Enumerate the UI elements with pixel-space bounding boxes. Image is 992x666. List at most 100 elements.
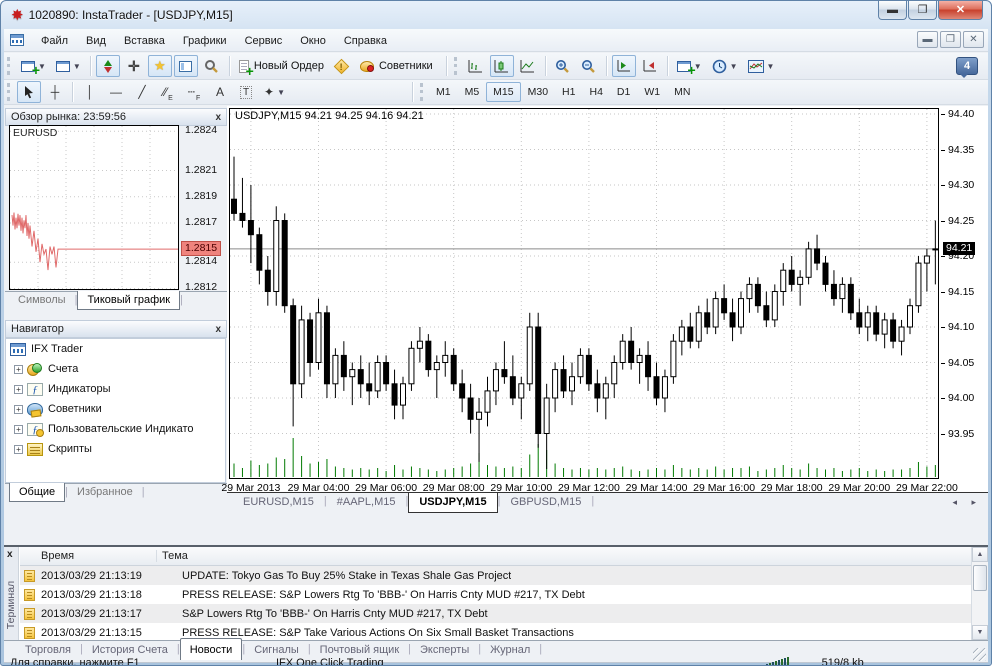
close-button[interactable]: ✕ (938, 1, 983, 20)
market-watch-button[interactable] (174, 55, 198, 77)
navigator-close-icon[interactable]: x (215, 324, 221, 335)
resize-grip[interactable] (973, 648, 986, 661)
expand-icon[interactable]: + (14, 445, 23, 454)
timeframe-D1[interactable]: D1 (610, 82, 637, 102)
chart-shift-button[interactable] (638, 55, 662, 77)
crosshair-mode-button[interactable]: ✛ (122, 55, 146, 77)
terminal-tab-Журнал[interactable]: Журнал (481, 641, 539, 660)
market-watch-close-icon[interactable]: x (215, 112, 221, 123)
menu-item-Вставка[interactable]: Вставка (115, 32, 174, 50)
vertical-line-button[interactable]: │ (78, 81, 102, 103)
expand-icon[interactable]: + (14, 365, 23, 374)
navigator-item-Счета[interactable]: +Счета (6, 359, 225, 379)
timeframe-H1[interactable]: H1 (555, 82, 582, 102)
navigator-item-Индикаторы[interactable]: +ƒИндикаторы (6, 379, 225, 399)
text-tool-button[interactable]: A (208, 81, 232, 103)
market-watch-tab-Тиковый график[interactable]: Тиковый график (77, 291, 180, 310)
navigator-item-Советники[interactable]: +Советники (6, 399, 225, 419)
timeframe-M30[interactable]: M30 (521, 82, 555, 102)
chart-window[interactable]: USDJPY,M15 94.21 94.25 94.16 94.21 94.40… (227, 106, 988, 514)
line-chart-button[interactable] (516, 55, 540, 77)
tick-chart-plot[interactable]: EURUSD (9, 125, 179, 290)
timeframe-M5[interactable]: M5 (458, 82, 487, 102)
chart-tab-#AAPL,M15[interactable]: #AAPL,M15 (327, 493, 406, 512)
expand-icon[interactable]: + (14, 425, 23, 434)
toolbar-handle[interactable] (454, 57, 459, 75)
title-bar[interactable]: ✸ 1020890: InstaTrader - [USDJPY,M15] ▬ … (1, 1, 991, 29)
scroll-up-icon[interactable]: ▲ (972, 547, 988, 562)
terminal-close-icon[interactable]: x (7, 549, 13, 560)
new-order-button[interactable]: Новый Ордер (235, 55, 328, 77)
crosshair-tool-button[interactable]: ┼ (43, 81, 67, 103)
news-row[interactable]: 2013/03/29 21:13:15PRESS RELEASE: S&P Ta… (20, 623, 971, 640)
periods-button[interactable]: ▼ (708, 55, 742, 77)
menu-item-Справка[interactable]: Справка (335, 32, 396, 50)
navigator-tab-Избранное[interactable]: Избранное (68, 484, 142, 501)
horizontal-line-button[interactable]: — (104, 81, 128, 103)
menu-item-Сервис[interactable]: Сервис (236, 32, 292, 50)
column-time[interactable]: Время (20, 550, 156, 562)
terminal-tab-Эксперты[interactable]: Эксперты (411, 641, 478, 660)
auto-scroll-button[interactable] (612, 55, 636, 77)
mdi-restore-button[interactable]: ❐ (940, 31, 961, 48)
chart-price-axis[interactable]: 94.4094.3594.3094.2594.2094.1594.1094.05… (941, 108, 992, 479)
menu-item-Графики[interactable]: Графики (174, 32, 236, 50)
column-topic[interactable]: Тема (156, 550, 188, 562)
bar-chart-button[interactable] (464, 55, 488, 77)
fibonacci-button[interactable]: ┄F (182, 81, 206, 103)
mdi-minimize-button[interactable]: ▬ (917, 31, 938, 48)
equidistant-channel-button[interactable]: ⁄⁄E (156, 81, 180, 103)
maximize-button[interactable]: ❐ (908, 1, 937, 20)
trendline-button[interactable]: ╱ (130, 81, 154, 103)
news-row[interactable]: 2013/03/29 21:13:18PRESS RELEASE: S&P Lo… (20, 585, 971, 604)
terminal-tab-Новости[interactable]: Новости (180, 638, 243, 660)
data-window-button[interactable] (200, 55, 224, 77)
alert-button[interactable]: ! (330, 55, 354, 77)
navigator-tab-Общие[interactable]: Общие (9, 483, 65, 502)
timeframe-H4[interactable]: H4 (582, 82, 609, 102)
expand-icon[interactable]: + (14, 405, 23, 414)
market-watch-tab-Символы[interactable]: Символы (9, 292, 75, 309)
navigator-item-Скрипты[interactable]: +Скрипты (6, 439, 225, 459)
menu-item-Вид[interactable]: Вид (77, 32, 115, 50)
cursor-tool-button[interactable] (17, 81, 41, 103)
menu-item-Окно[interactable]: Окно (291, 32, 335, 50)
tab-scroll-arrows[interactable]: ◂ ▸ (952, 497, 982, 508)
news-row[interactable]: 2013/03/29 21:13:17S&P Lowers Rtg To 'BB… (20, 604, 971, 623)
indicators-button[interactable]: ▼ (673, 55, 706, 77)
menu-item-Файл[interactable]: Файл (32, 32, 77, 50)
chart-tab-USDJPY,M15[interactable]: USDJPY,M15 (408, 493, 497, 513)
zoom-out-button[interactable] (577, 55, 601, 77)
text-label-button[interactable]: T (234, 81, 258, 103)
candlestick-button[interactable] (490, 55, 514, 77)
scroll-down-icon[interactable]: ▼ (972, 625, 988, 640)
profiles-button[interactable]: ▼ (52, 55, 85, 77)
chart-tab-GBPUSD,M15[interactable]: GBPUSD,M15 (500, 493, 591, 512)
arrows-tool-button[interactable]: ✦▼ (260, 81, 289, 103)
timeframe-M15[interactable]: M15 (486, 82, 520, 102)
toolbar-handle[interactable] (7, 83, 12, 101)
mdi-close-button[interactable]: ✕ (963, 31, 984, 48)
templates-button[interactable]: ▼ (744, 55, 779, 77)
minimize-button[interactable]: ▬ (878, 1, 907, 20)
scrollbar-thumb[interactable] (973, 565, 987, 591)
news-row[interactable]: 2013/03/29 21:13:19UPDATE: Tokyo Gas To … (20, 566, 971, 585)
toolbar-handle[interactable] (7, 57, 12, 75)
chart-tab-EURUSD,M15[interactable]: EURUSD,M15 (233, 493, 324, 512)
advisors-button[interactable]: Советники (356, 55, 437, 77)
navigator-item-Пользовательские Индикато[interactable]: +ƒПользовательские Индикато (6, 419, 225, 439)
terminal-scrollbar[interactable]: ▲ ▼ (971, 547, 988, 640)
symbols-button[interactable]: ★ (148, 55, 172, 77)
timeframe-M1[interactable]: M1 (429, 82, 458, 102)
timeframe-W1[interactable]: W1 (637, 82, 667, 102)
new-chart-button[interactable]: ▼ (17, 55, 50, 77)
navigator-header[interactable]: Навигатор x (5, 320, 227, 338)
zoom-in-button[interactable] (551, 55, 575, 77)
candlestick-chart[interactable] (229, 108, 939, 479)
navigator-root[interactable]: IFX Trader (6, 339, 225, 359)
toolbar-handle[interactable] (420, 83, 425, 101)
timeframe-MN[interactable]: MN (667, 82, 697, 102)
notifications-badge[interactable]: 4 (956, 57, 978, 75)
tick-chart-button[interactable] (96, 55, 120, 77)
expand-icon[interactable]: + (14, 385, 23, 394)
